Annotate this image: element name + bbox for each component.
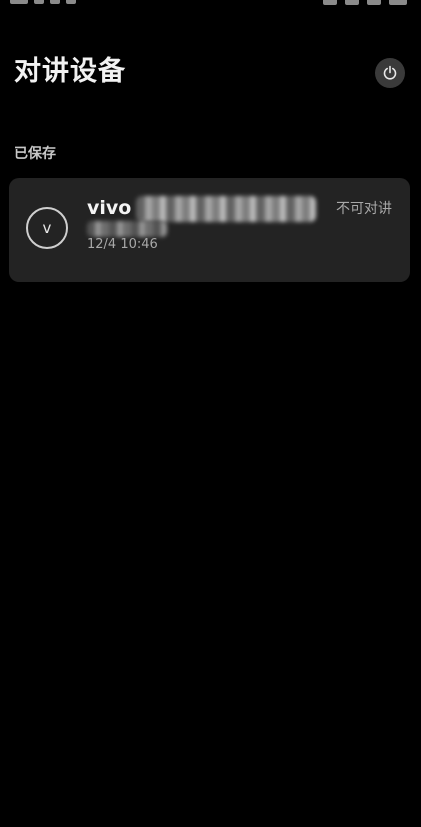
device-name: vivo (87, 197, 132, 219)
notification-icon (50, 0, 60, 4)
section-label-saved: 已保存 (14, 146, 56, 162)
notification-icon (66, 0, 76, 4)
power-button[interactable] (375, 58, 405, 88)
wifi-icon (367, 0, 381, 5)
notification-icon (34, 0, 44, 4)
status-right-icons (323, 0, 407, 5)
status-bar (0, 0, 421, 8)
avatar: v (26, 207, 68, 249)
time-indicator (10, 0, 28, 4)
signal-icon (323, 0, 337, 5)
page-title: 对讲设备 (14, 56, 126, 87)
device-status: 不可对讲 (336, 201, 392, 217)
device-card[interactable]: v vivo 12/4 10:46 不可对讲 (9, 178, 410, 282)
redacted-device-name (136, 196, 316, 222)
power-icon (383, 65, 397, 80)
signal-icon (345, 0, 359, 5)
redacted-device-subtitle (87, 221, 167, 237)
battery-icon (389, 0, 407, 5)
status-left-icons (10, 0, 76, 4)
device-timestamp: 12/4 10:46 (87, 237, 158, 252)
